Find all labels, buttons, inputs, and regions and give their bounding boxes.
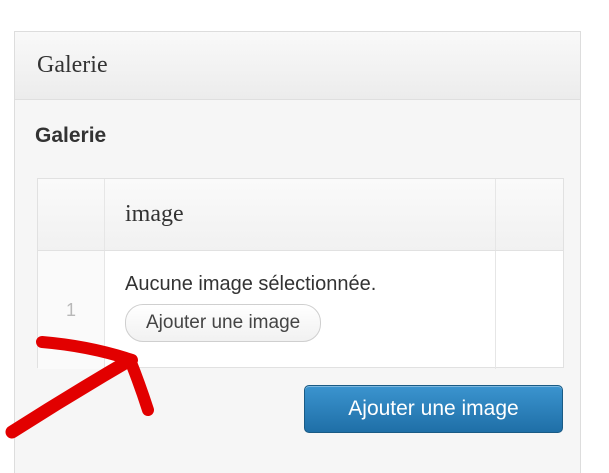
add-image-button[interactable]: Ajouter une image bbox=[125, 304, 322, 342]
actions-column-header bbox=[496, 179, 563, 250]
table-row: 1 Aucune image sélectionnée. Ajouter une… bbox=[38, 251, 563, 369]
add-row-button[interactable]: Ajouter une image bbox=[304, 385, 563, 433]
gallery-metabox: Galerie Galerie image 1 Aucune image sél… bbox=[14, 31, 581, 473]
image-cell: Aucune image sélectionnée. Ajouter une i… bbox=[105, 251, 496, 369]
row-actions-cell[interactable] bbox=[496, 251, 563, 369]
table-header-row: image bbox=[38, 179, 563, 251]
no-image-text: Aucune image sélectionnée. bbox=[125, 273, 377, 295]
order-column-header bbox=[38, 179, 105, 250]
field-label: Galerie bbox=[35, 124, 107, 147]
metabox-header[interactable]: Galerie bbox=[15, 32, 580, 100]
image-column-header: image bbox=[105, 179, 496, 250]
metabox-title: Galerie bbox=[37, 52, 108, 78]
repeater-table: image 1 Aucune image sélectionnée. Ajout… bbox=[37, 178, 564, 369]
row-order-handle[interactable]: 1 bbox=[38, 251, 105, 369]
